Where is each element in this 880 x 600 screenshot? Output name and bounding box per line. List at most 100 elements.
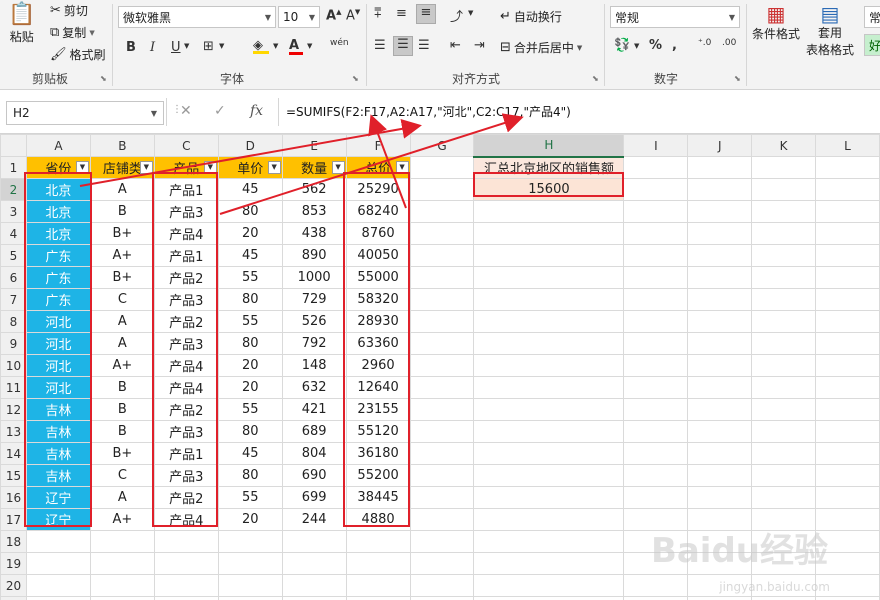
decrease-font-icon[interactable]: A▼: [346, 8, 360, 23]
cell[interactable]: [473, 530, 625, 553]
cell[interactable]: [815, 464, 880, 487]
cell[interactable]: [473, 200, 625, 223]
data-cell[interactable]: 广东: [25, 288, 91, 311]
cell[interactable]: [409, 354, 475, 377]
cell[interactable]: [687, 310, 753, 333]
cell[interactable]: [623, 486, 689, 509]
cell[interactable]: [815, 354, 880, 377]
cell[interactable]: [409, 464, 475, 487]
row-header[interactable]: 9: [0, 332, 27, 355]
cell[interactable]: [473, 596, 625, 600]
table-header-cell[interactable]: 店铺类 ▼: [89, 156, 155, 179]
decrease-decimal-icon[interactable]: .00: [722, 38, 736, 48]
column-header[interactable]: G: [409, 134, 475, 157]
cell[interactable]: [815, 178, 880, 201]
cell[interactable]: [751, 596, 817, 600]
cell[interactable]: [751, 420, 817, 443]
data-cell[interactable]: 4880: [345, 508, 411, 531]
cell[interactable]: [89, 552, 155, 575]
data-cell[interactable]: 45: [217, 442, 283, 465]
cell[interactable]: [217, 574, 283, 597]
cell[interactable]: [623, 398, 689, 421]
filter-dropdown-icon[interactable]: ▼: [395, 161, 409, 174]
cell[interactable]: [153, 530, 219, 553]
cell[interactable]: [815, 200, 880, 223]
chevron-down-icon[interactable]: ▼: [273, 42, 278, 50]
data-cell[interactable]: 北京: [25, 200, 91, 223]
data-cell[interactable]: 244: [281, 508, 347, 531]
cell[interactable]: [89, 530, 155, 553]
cell[interactable]: [687, 244, 753, 267]
data-cell[interactable]: A: [89, 332, 155, 355]
data-cell[interactable]: 12640: [345, 376, 411, 399]
cell[interactable]: [815, 596, 880, 600]
summary-label-cell[interactable]: 汇总北京地区的销售额: [473, 156, 625, 179]
italic-button[interactable]: I: [150, 40, 155, 55]
cell[interactable]: [815, 244, 880, 267]
cell[interactable]: [751, 288, 817, 311]
data-cell[interactable]: C: [89, 464, 155, 487]
currency-icon[interactable]: 💱: [614, 38, 630, 53]
data-cell[interactable]: A: [89, 178, 155, 201]
insert-function-button[interactable]: fx: [250, 103, 263, 119]
data-cell[interactable]: 产品1: [153, 178, 219, 201]
data-cell[interactable]: 广东: [25, 266, 91, 289]
cell[interactable]: [409, 200, 475, 223]
data-cell[interactable]: 产品3: [153, 420, 219, 443]
align-middle-icon[interactable]: ≡: [396, 6, 407, 21]
cell[interactable]: [409, 178, 475, 201]
data-cell[interactable]: 55: [217, 310, 283, 333]
row-header[interactable]: 14: [0, 442, 27, 465]
cell[interactable]: [281, 596, 347, 600]
filter-dropdown-icon[interactable]: ▼: [267, 161, 281, 174]
data-cell[interactable]: 20: [217, 354, 283, 377]
data-cell[interactable]: 562: [281, 178, 347, 201]
cell[interactable]: [687, 442, 753, 465]
cell[interactable]: [623, 310, 689, 333]
cell[interactable]: [815, 420, 880, 443]
column-header[interactable]: A: [25, 134, 91, 157]
filter-dropdown-icon[interactable]: ▼: [75, 161, 89, 174]
cell-style-normal[interactable]: 常: [864, 6, 880, 28]
cell[interactable]: [751, 398, 817, 421]
cell[interactable]: [25, 530, 91, 553]
cell[interactable]: [409, 222, 475, 245]
row-header[interactable]: 6: [0, 266, 27, 289]
row-header[interactable]: 15: [0, 464, 27, 487]
data-cell[interactable]: 80: [217, 332, 283, 355]
font-color-icon[interactable]: A: [289, 38, 303, 55]
data-cell[interactable]: 55000: [345, 266, 411, 289]
cell[interactable]: [623, 178, 689, 201]
data-cell[interactable]: 产品2: [153, 266, 219, 289]
data-cell[interactable]: 产品2: [153, 310, 219, 333]
table-header-cell[interactable]: 数量 ▼: [281, 156, 347, 179]
cell[interactable]: [409, 508, 475, 531]
cell[interactable]: [281, 552, 347, 575]
data-cell[interactable]: A+: [89, 508, 155, 531]
data-cell[interactable]: 产品4: [153, 222, 219, 245]
data-cell[interactable]: 产品2: [153, 398, 219, 421]
row-header[interactable]: 11: [0, 376, 27, 399]
cell[interactable]: [153, 552, 219, 575]
cell[interactable]: [409, 530, 475, 553]
data-cell[interactable]: B+: [89, 222, 155, 245]
cell[interactable]: [345, 552, 411, 575]
data-cell[interactable]: A: [89, 486, 155, 509]
bold-button[interactable]: B: [126, 40, 136, 55]
cell[interactable]: [751, 156, 817, 179]
cell[interactable]: [345, 530, 411, 553]
cell[interactable]: [153, 596, 219, 600]
data-cell[interactable]: 40050: [345, 244, 411, 267]
merge-center-button[interactable]: ⊟ 合并后居中 ▼: [500, 39, 582, 56]
data-cell[interactable]: 产品1: [153, 244, 219, 267]
paste-button[interactable]: 📋 粘贴: [8, 4, 35, 45]
cell[interactable]: [217, 552, 283, 575]
cell[interactable]: [281, 574, 347, 597]
data-cell[interactable]: 产品2: [153, 486, 219, 509]
data-cell[interactable]: 63360: [345, 332, 411, 355]
underline-button[interactable]: U: [171, 40, 181, 55]
cell[interactable]: [409, 156, 475, 179]
cell[interactable]: [623, 574, 689, 597]
data-cell[interactable]: B: [89, 398, 155, 421]
cell[interactable]: [687, 178, 753, 201]
